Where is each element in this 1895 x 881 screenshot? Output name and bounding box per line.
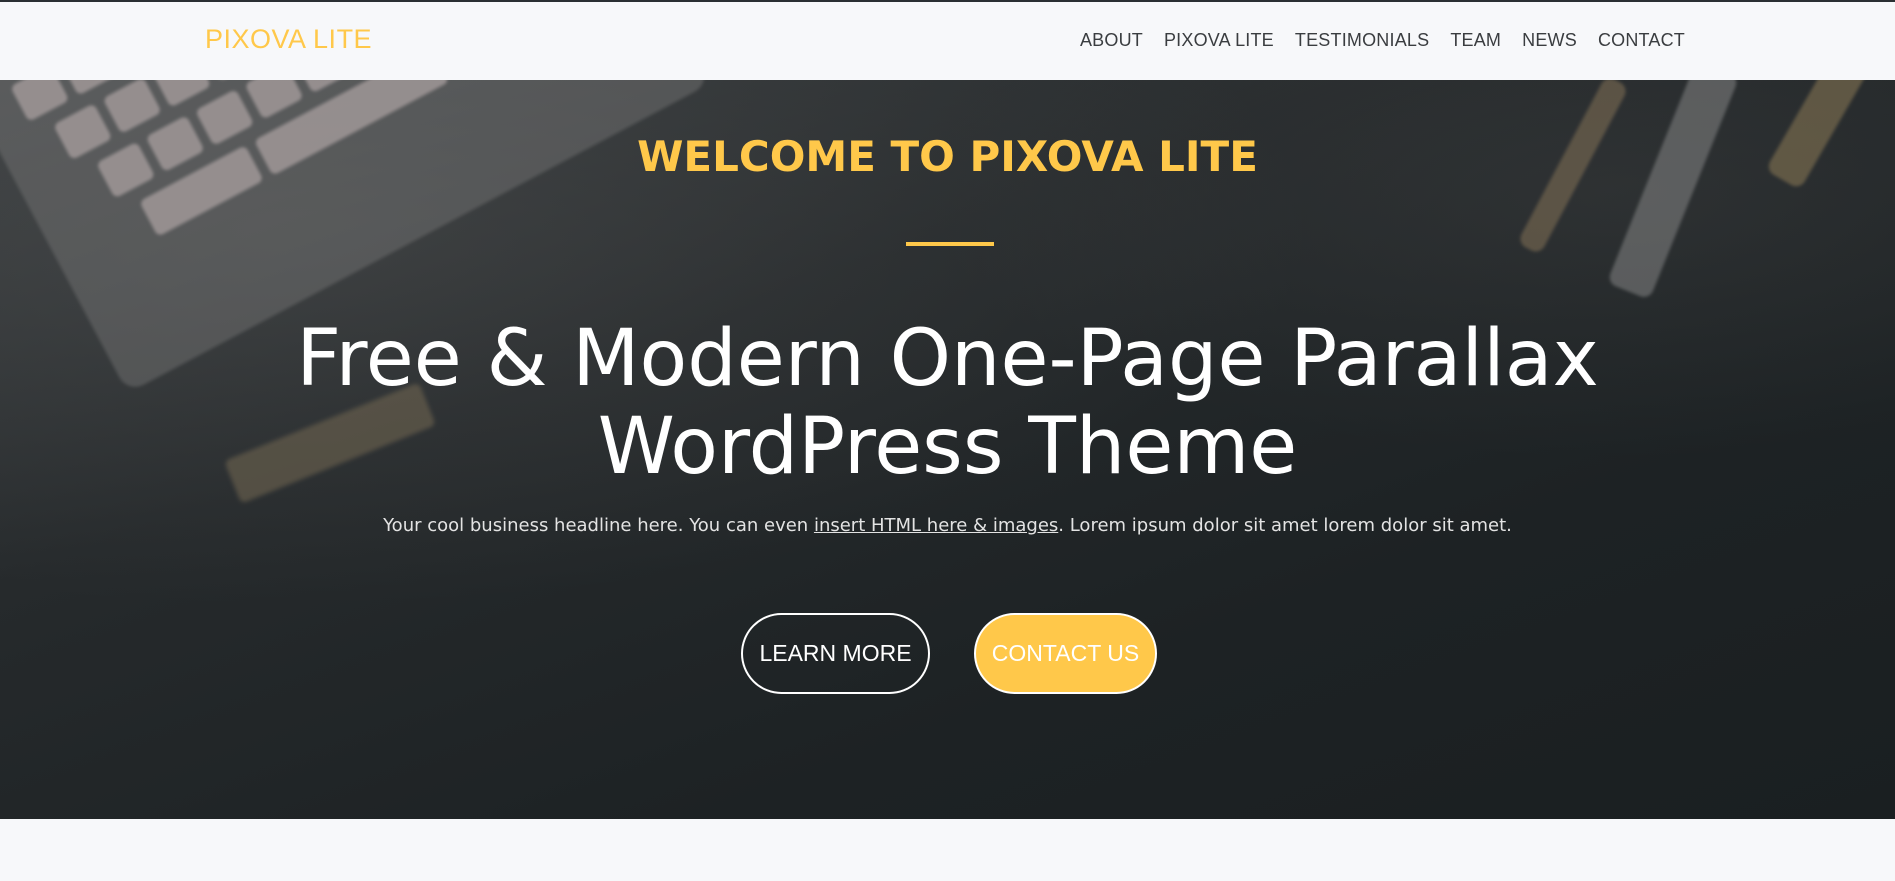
main-nav: ABOUT PIXOVA LITE TESTIMONIALS TEAM NEWS… [1080,30,1685,51]
contact-us-button[interactable]: CONTACT US [974,613,1157,694]
nav-item-pixova-lite[interactable]: PIXOVA LITE [1164,30,1274,51]
subline-text-after: . Lorem ipsum dolor sit amet lorem dolor… [1058,515,1512,536]
hero-section: WELCOME TO PIXOVA LITE Free & Modern One… [0,80,1895,819]
headline-line-1: Free & Modern One-Page Parallax [296,314,1599,404]
heading-divider [906,242,994,246]
next-section [0,819,1895,881]
subline-link[interactable]: insert HTML here & images [814,515,1058,536]
nav-item-contact[interactable]: CONTACT [1598,30,1685,51]
site-logo[interactable]: PIXOVA LITE [205,24,372,55]
nav-item-testimonials[interactable]: TESTIMONIALS [1295,30,1429,51]
nav-item-team[interactable]: TEAM [1450,30,1501,51]
learn-more-button[interactable]: LEARN MORE [741,613,930,694]
hero-headline: Free & Modern One-Page Parallax WordPres… [150,315,1745,491]
headline-line-2: WordPress Theme [597,402,1298,492]
nav-item-news[interactable]: NEWS [1522,30,1577,51]
welcome-heading: WELCOME TO PIXOVA LITE [637,132,1258,181]
site-header: PIXOVA LITE ABOUT PIXOVA LITE TESTIMONIA… [0,2,1895,80]
hero-subheadline: Your cool business headline here. You ca… [0,515,1895,536]
hero-content: WELCOME TO PIXOVA LITE Free & Modern One… [0,80,1895,819]
nav-item-about[interactable]: ABOUT [1080,30,1143,51]
subline-text-before: Your cool business headline here. You ca… [383,515,814,536]
